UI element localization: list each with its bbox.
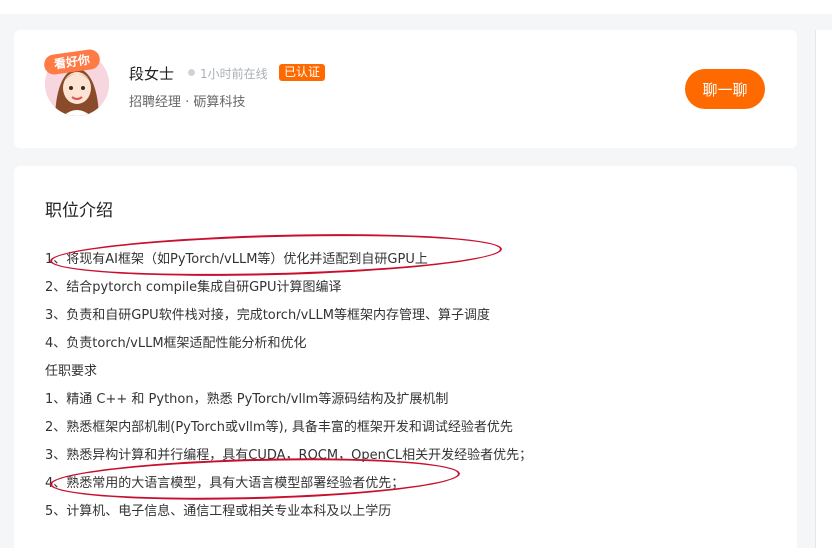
job-line: 4、熟悉常用的大语言模型，具有大语言模型部署经验者优先； <box>45 476 405 491</box>
job-line: 4、负责torch/vLLM框架适配性能分析和优化 <box>45 336 307 351</box>
requirements-heading: 任职要求 <box>45 364 98 379</box>
job-line: 1、精通 C++ 和 Python，熟悉 PyTorch/vllm等源码结构及扩… <box>45 392 449 407</box>
job-line: 2、结合pytorch compile集成自研GPU计算图编译 <box>45 280 342 295</box>
job-line: 3、负责和自研GPU软件栈对接，完成torch/vLLM等框架内存管理、算子调度 <box>45 308 490 323</box>
recruiter-card <box>14 30 797 148</box>
recruiter-name: 段女士 <box>129 65 175 83</box>
online-status: 1小时前在线 <box>200 67 268 81</box>
side-panel-edge <box>815 30 832 548</box>
job-line: 3、熟悉异构计算和并行编程，具有CUDA，ROCM，OpenCL相关开发经验者优… <box>45 448 533 463</box>
section-title: 职位介绍 <box>45 201 113 221</box>
top-bar <box>0 0 832 14</box>
job-line: 1、将现有AI框架（如PyTorch/vLLM等）优化并适配到自研GPU上 <box>45 252 428 267</box>
job-line: 5、计算机、电子信息、通信工程或相关专业本科及以上学历 <box>45 504 392 519</box>
verified-badge: 已认证 <box>279 64 326 81</box>
chat-button[interactable]: 聊一聊 <box>685 69 765 109</box>
recruiter-subtitle: 招聘经理 · 砺算科技 <box>129 95 246 110</box>
online-status-dot-icon <box>188 69 195 76</box>
job-line: 2、熟悉框架内部机制(PyTorch或vllm等), 具备丰富的框架开发和调试经… <box>45 420 513 435</box>
